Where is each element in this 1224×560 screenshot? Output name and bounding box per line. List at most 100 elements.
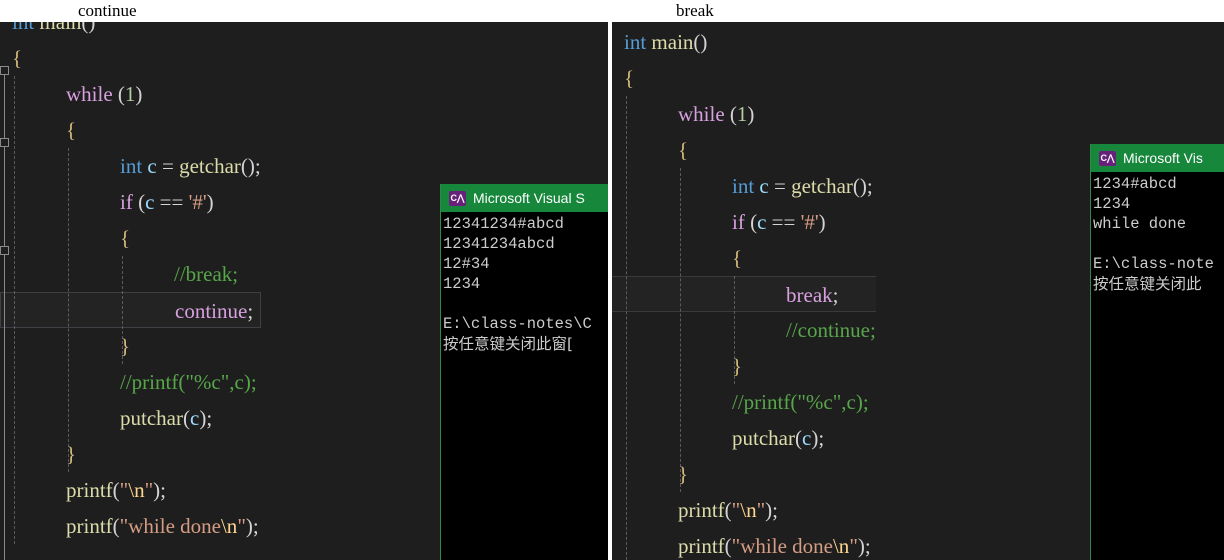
code-line-current[interactable]: break; [612,276,876,312]
code-token: int [732,174,755,198]
code-token: ) [818,210,826,234]
code-line[interactable]: if (c == '#') [0,184,261,220]
code-line[interactable]: //continue; [612,312,876,348]
code-line[interactable]: while (1) [0,76,261,112]
code-token: c [189,406,200,430]
left-console-window[interactable]: C⋀ Microsoft Visual S 12341234#abcd 12341… [440,184,608,560]
code-token: } [678,462,689,486]
code-token: = [156,154,180,178]
code-token: break [786,283,833,307]
code-line[interactable]: putchar(c); [612,420,876,456]
code-token: //printf("%c",c); [120,370,257,394]
code-line[interactable]: int c = getchar(); [0,148,261,184]
left-code-text[interactable]: int main(){while (1){int c = getchar(); i… [0,22,261,544]
code-line[interactable]: printf("while done\n"); [612,528,876,560]
right-caption-break: break [676,1,714,20]
code-token: ( [724,534,732,558]
visual-studio-icon: C⋀ [1099,150,1116,166]
code-token: = [768,174,792,198]
right-code-text[interactable]: int main(){while (1){int c = getchar(); i… [612,24,876,560]
left-console-titlebar[interactable]: C⋀ Microsoft Visual S [441,184,608,212]
code-token: c [147,154,157,178]
code-token: main [651,30,694,54]
code-token: int [120,154,143,178]
code-token: getchar [179,154,241,178]
code-line[interactable]: int main() [0,22,261,40]
right-console-titlebar[interactable]: C⋀ Microsoft Vis [1091,144,1224,172]
code-line[interactable]: } [612,348,876,384]
code-fold-marker[interactable] [0,138,9,147]
code-token: 1 [124,82,136,106]
code-token: c [757,210,767,234]
code-line-current[interactable]: continue; [0,292,261,328]
code-token: printf [66,514,113,538]
code-token: \n [220,514,238,538]
code-fold-marker[interactable] [0,246,9,255]
console-output-line: E:\class-notes\C [443,315,592,333]
code-token: if [732,210,745,234]
code-token: ; [772,498,778,522]
code-line[interactable]: while (1) [612,96,876,132]
code-token: ; [866,174,873,198]
code-token: c [759,174,769,198]
code-line[interactable]: { [612,132,876,168]
code-token: "while done [731,534,833,558]
code-line[interactable]: //printf("%c",c); [0,364,261,400]
code-token: ( [724,498,732,522]
code-line[interactable]: { [0,220,261,256]
left-caption-continue: continue [78,1,137,20]
code-token: ; [247,299,254,323]
code-token: //break; [174,262,239,286]
code-token: " [237,514,246,538]
code-token: //printf("%c",c); [732,390,869,414]
right-console-window[interactable]: C⋀ Microsoft Vis 1234#abcd 1234 while done… [1090,144,1224,560]
screenshot-stage: int main(){while (1){int c = getchar(); i… [0,0,1224,560]
code-line[interactable]: } [612,456,876,492]
left-screenshot-panel: int main(){while (1){int c = getchar(); i… [0,22,608,560]
code-token: putchar [732,426,795,450]
code-line[interactable]: { [612,240,876,276]
code-token: ; [832,283,839,307]
code-fold-marker[interactable] [0,66,9,75]
code-token: int [12,22,35,34]
code-token: ( [117,82,125,106]
code-token: } [66,442,77,466]
code-token: c [801,426,812,450]
code-line[interactable]: } [0,328,261,364]
code-token: ; [252,514,259,538]
code-line[interactable]: printf("\n"); [0,472,261,508]
code-token: ; [160,478,166,502]
code-token: " [849,534,858,558]
console-output-line: 12341234abcd [443,235,555,253]
console-output-line: 12341234#abcd [443,215,564,233]
code-token: printf [678,534,725,558]
code-token: ) [245,514,253,538]
code-line[interactable]: //break; [0,256,261,292]
code-line[interactable]: putchar(c); [0,400,261,436]
code-token: == [766,210,801,234]
code-token: while [678,102,725,126]
code-line[interactable]: printf("while done\n"); [0,508,261,544]
code-line[interactable]: int c = getchar(); [612,168,876,204]
code-token: c [145,190,155,214]
code-token: () [693,30,708,54]
code-token: { [678,138,689,162]
code-token: ( [112,478,120,502]
code-token: ) [747,102,755,126]
code-line[interactable]: { [0,112,261,148]
code-line[interactable]: } [0,436,261,472]
code-line[interactable]: { [612,60,876,96]
console-output-line: 1234 [443,275,481,293]
code-token: () [81,22,96,34]
code-line[interactable]: { [0,40,261,76]
code-token: int [624,30,647,54]
code-token: } [732,354,743,378]
code-token: ; [254,154,261,178]
code-line[interactable]: //printf("%c",c); [612,384,876,420]
code-line[interactable]: printf("\n"); [612,492,876,528]
code-line[interactable]: int main() [612,24,876,60]
code-line[interactable]: if (c == '#') [612,204,876,240]
code-token: " [731,498,741,522]
code-token: continue [175,299,248,323]
code-token: " [119,478,129,502]
